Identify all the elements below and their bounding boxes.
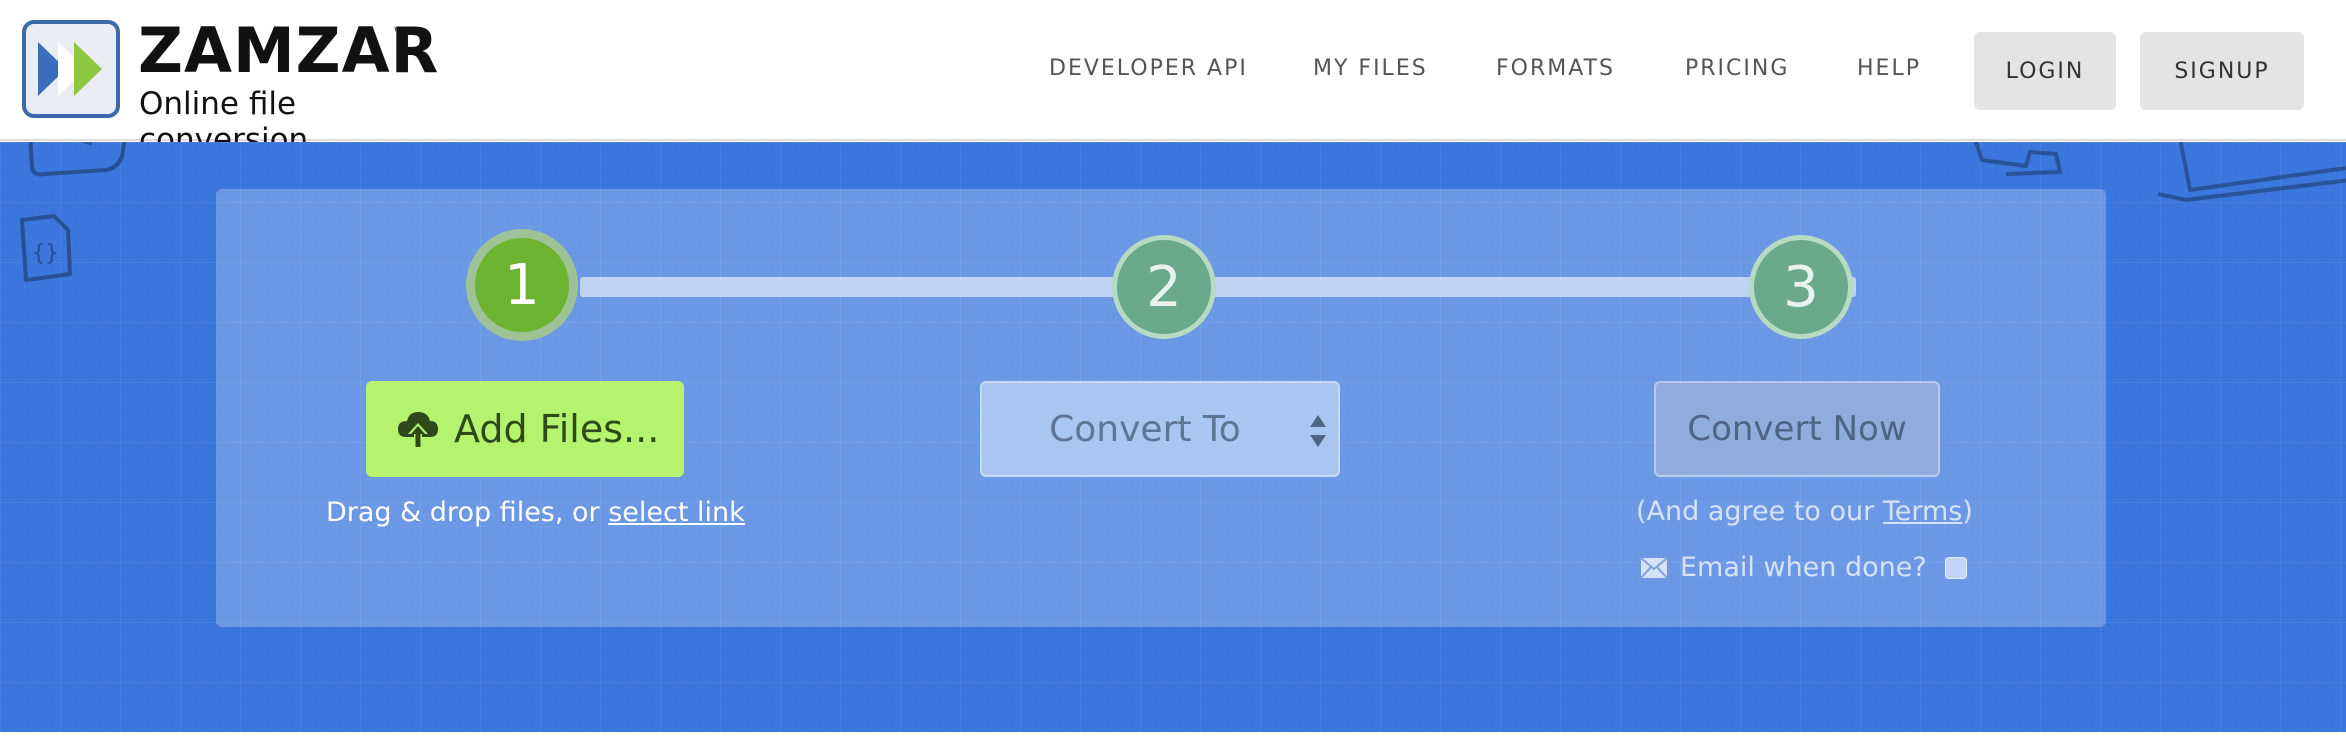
terms-agreement: (And agree to our Terms) [1636,496,1973,527]
decorative-gadget-doodle [1973,142,2062,176]
decorative-device-doodle [28,142,127,177]
drag-drop-helper: Drag & drop files, or select link [326,497,745,528]
envelope-icon [1640,556,1668,579]
decorative-laptop-doodle [2157,142,2346,203]
decorative-file-doodle: {} [20,214,72,282]
page-bottom-strip [0,732,2346,740]
add-files-button[interactable]: Add Files... [366,381,684,477]
email-when-done-checkbox[interactable] [1944,556,1967,579]
converter-panel: 1 2 3 Add Files... Drag & drop files, or… [216,189,2106,627]
nav-my-files[interactable]: MY FILES [1313,56,1428,81]
convert-to-label: Convert To [1049,408,1241,450]
nav-formats[interactable]: FORMATS [1496,56,1615,81]
nav-pricing[interactable]: PRICING [1685,56,1789,81]
select-link[interactable]: select link [608,497,745,528]
converter-hero: {} 1 2 3 Add Files... Drag & drop files,… [0,142,2346,732]
agree-prefix: (And agree to our [1636,496,1883,527]
terms-link[interactable]: Terms [1883,496,1963,527]
email-notification-row: Email when done? [1640,552,1967,583]
signup-button[interactable]: SIGNUP [2140,32,2304,110]
svg-text:{}: {} [32,241,59,266]
site-header: ZAMZAR ™ Online file conversion DEVELOPE… [0,0,2346,158]
convert-to-select[interactable]: Convert To [980,381,1340,477]
agree-suffix: ) [1962,496,1973,527]
progress-track [580,277,1856,297]
step-2-indicator: 2 [1112,235,1216,339]
nav-developer-api[interactable]: DEVELOPER API [1049,56,1248,81]
zamzar-logo[interactable]: ZAMZAR ™ Online file conversion [22,14,452,158]
brand-name: ZAMZAR [138,14,440,87]
zamzar-logo-icon [22,20,120,118]
nav-help[interactable]: HELP [1857,56,1921,81]
step-3-indicator: 3 [1749,235,1853,339]
email-when-done-label: Email when done? [1680,552,1927,583]
login-button[interactable]: LOGIN [1974,32,2116,110]
step-1-indicator: 1 [475,238,569,332]
drag-drop-text: Drag & drop files, or [326,497,609,528]
cloud-upload-icon [398,412,438,447]
sort-arrows-icon [1310,415,1326,447]
convert-now-button[interactable]: Convert Now [1654,381,1940,477]
trademark-symbol: ™ [392,26,405,41]
add-files-label: Add Files... [454,407,660,451]
